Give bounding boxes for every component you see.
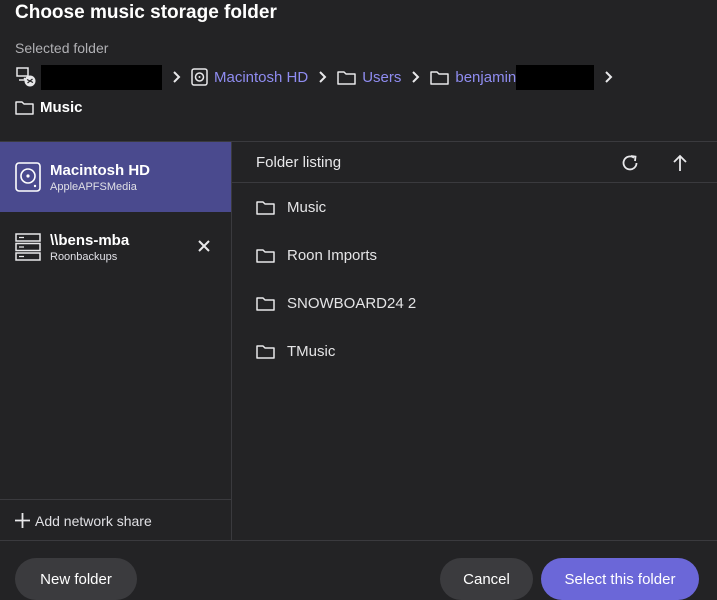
- breadcrumb-benjamin[interactable]: benjamin: [430, 64, 595, 90]
- redacted-block: [41, 64, 162, 90]
- add-network-share-button[interactable]: Add network share: [0, 499, 231, 541]
- folder-name: SNOWBOARD24 2: [287, 294, 417, 312]
- folder-row-roon-imports[interactable]: Roon Imports: [232, 235, 717, 275]
- add-network-share-label: Add network share: [35, 512, 152, 529]
- device-sidebar: Macintosh HD AppleAPFSMedia \\bens-mba R…: [0, 142, 232, 540]
- chevron-right-icon: [411, 71, 420, 83]
- dialog-footer: New folder Cancel Select this folder: [0, 540, 717, 600]
- device-name: \\bens-mba: [50, 231, 130, 249]
- dialog-title: Choose music storage folder: [15, 2, 277, 23]
- device-subtitle: AppleAPFSMedia: [50, 180, 137, 193]
- breadcrumb-music[interactable]: Music: [15, 99, 83, 116]
- breadcrumb: Macintosh HD Users benjamin: [15, 63, 623, 91]
- chevron-right-icon: [172, 71, 181, 83]
- folder-icon: [256, 200, 275, 215]
- device-name: Macintosh HD: [50, 161, 151, 179]
- new-folder-button[interactable]: New folder: [15, 558, 137, 600]
- plus-icon: [14, 512, 31, 529]
- listing-header: Folder listing: [232, 142, 717, 183]
- close-icon[interactable]: [197, 239, 211, 258]
- device-subtitle: Roonbackups: [50, 250, 118, 263]
- selected-folder-label: Selected folder: [15, 40, 109, 56]
- breadcrumb-current: Music: [15, 94, 83, 120]
- folder-row-snowboard24-2[interactable]: SNOWBOARD24 2: [232, 283, 717, 323]
- disk-icon: [191, 68, 208, 86]
- folder-name: Roon Imports: [287, 246, 378, 264]
- folder-icon: [256, 344, 275, 359]
- cancel-button[interactable]: Cancel: [440, 558, 533, 600]
- breadcrumb-macintosh-hd[interactable]: Macintosh HD: [191, 68, 308, 86]
- folder-icon: [430, 70, 450, 85]
- breadcrumb-users[interactable]: Users: [337, 69, 401, 86]
- server-icon: [14, 232, 42, 262]
- breadcrumb-label: Music: [40, 98, 83, 116]
- arrow-up-icon[interactable]: [669, 152, 691, 174]
- breadcrumb-label: Users: [362, 68, 402, 86]
- listing-title: Folder listing: [256, 153, 342, 171]
- device-bens-mba[interactable]: \\bens-mba Roonbackups: [0, 212, 231, 282]
- folder-icon: [256, 248, 275, 263]
- folder-name: TMusic: [287, 342, 336, 360]
- hard-drive-icon: [14, 162, 42, 192]
- redacted-block: [516, 64, 595, 90]
- breadcrumb-label: benjamin: [455, 68, 517, 86]
- folder-row-music[interactable]: Music: [232, 187, 717, 227]
- folder-icon: [337, 70, 356, 85]
- breadcrumb-label: Macintosh HD: [214, 68, 309, 86]
- refresh-icon[interactable]: [619, 152, 641, 174]
- folder-icon: [256, 296, 275, 311]
- computer-icon[interactable]: [15, 66, 37, 88]
- device-macintosh-hd[interactable]: Macintosh HD AppleAPFSMedia: [0, 142, 231, 212]
- folder-listing-panel: Folder listing Music Roon Imports SNOWBO…: [232, 142, 717, 540]
- chevron-right-icon: [318, 71, 327, 83]
- chevron-right-icon: [604, 71, 613, 83]
- select-this-folder-button[interactable]: Select this folder: [541, 558, 699, 600]
- folder-row-tmusic[interactable]: TMusic: [232, 331, 717, 371]
- folder-icon: [15, 100, 34, 115]
- folder-name: Music: [287, 198, 327, 216]
